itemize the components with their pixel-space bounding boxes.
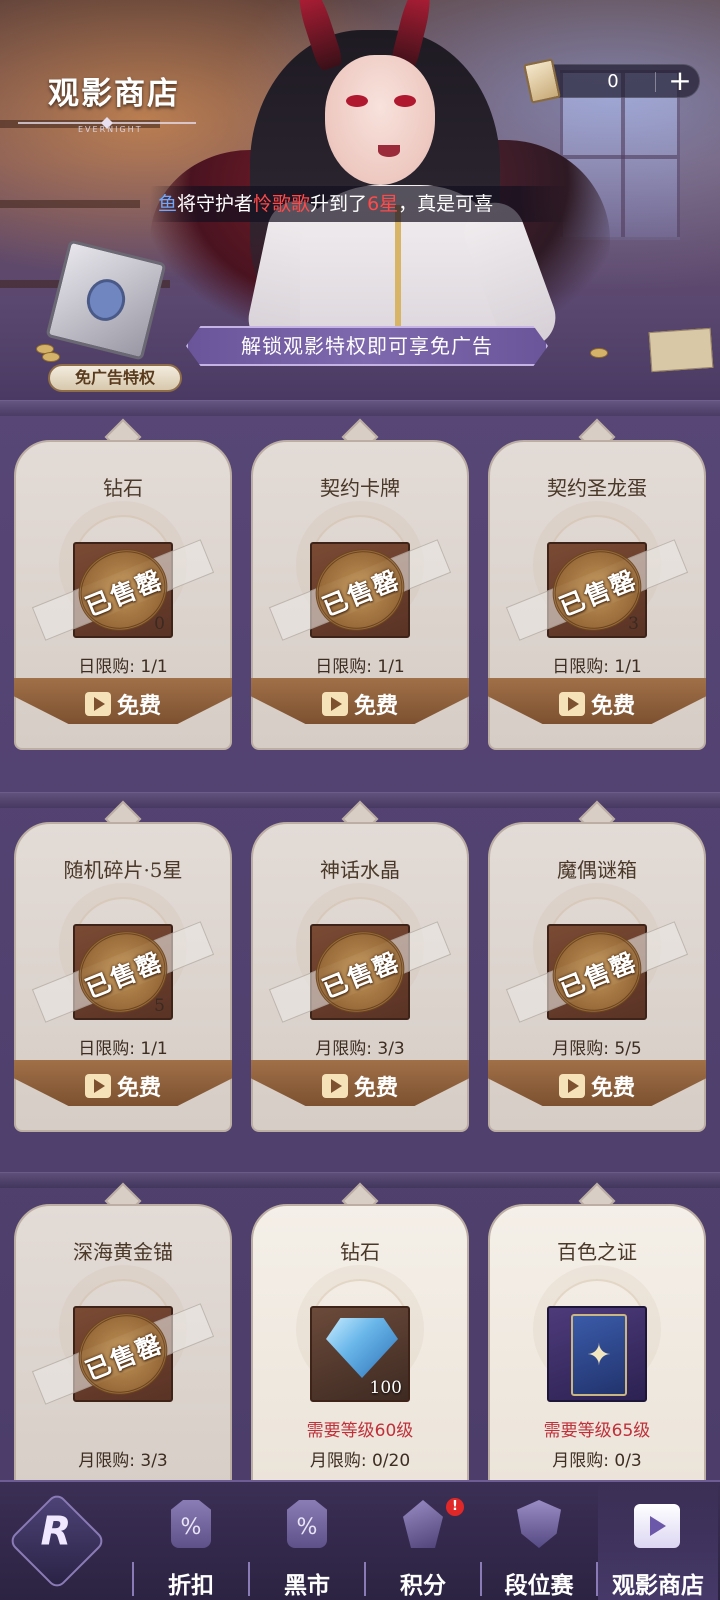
tab-discount[interactable]: % 折扣	[134, 1482, 248, 1600]
play-video-icon	[558, 692, 585, 716]
purchase-limit: 月限购: 3/3	[78, 1451, 168, 1471]
play-video-icon	[558, 1074, 585, 1098]
purchase-limit: 月限购: 0/3	[552, 1451, 642, 1471]
purchase-limit: 日限购: 1/1	[78, 1039, 168, 1059]
item-name: 神话水晶	[320, 858, 400, 882]
tab-black-market[interactable]: % 黑市	[250, 1482, 364, 1600]
purchase-limit: 日限购: 1/1	[78, 657, 168, 677]
tab-label: 折扣	[168, 1572, 214, 1599]
purchase-limit: 日限购: 1/1	[552, 657, 642, 677]
shop-item-card[interactable]: 契约圣龙蛋 3 已售罄 日限购: 1/1 免费	[488, 418, 706, 750]
item-name: 随机碎片·5星	[63, 858, 183, 882]
item-quantity: 3	[628, 614, 639, 634]
unlock-privilege-banner[interactable]: 解锁观影特权即可享免广告	[186, 326, 548, 366]
tab-label: 段位赛	[504, 1572, 574, 1599]
ticket-count: 0	[607, 71, 619, 92]
tab-label: 黑市	[284, 1572, 330, 1599]
shop-item-card[interactable]: 神话水晶 已售罄 月限购: 3/3 免费	[251, 800, 469, 1132]
play-video-icon	[84, 1074, 111, 1098]
item-name: 钻石	[103, 476, 143, 500]
notification-badge: !	[446, 1498, 464, 1516]
shop-item-card[interactable]: 契约卡牌 已售罄 日限购: 1/1 免费	[251, 418, 469, 750]
ticket-currency-counter: 0 +	[523, 58, 700, 104]
item-name: 深海黄金锚	[73, 1240, 173, 1264]
item-name: 魔偶谜箱	[557, 858, 637, 882]
shop-item-card[interactable]: 魔偶谜箱 已售罄 月限购: 5/5 免费	[488, 800, 706, 1132]
tab-label: 观影商店	[612, 1572, 704, 1599]
notice-guardian-name: 怜歌歌	[253, 193, 311, 215]
paper-decoration	[648, 327, 714, 373]
item-name: 百色之证	[557, 1240, 637, 1264]
shop-item-card[interactable]: 百色之证 需要等级65级 月限购: 0/3	[488, 1182, 706, 1480]
play-video-icon	[321, 692, 348, 716]
crystal-icon	[403, 1500, 443, 1548]
ad-free-privilege-label[interactable]: 免广告特权	[48, 364, 182, 392]
shop-item-card[interactable]: 钻石 0 已售罄 日限购: 1/1 免费	[14, 418, 232, 750]
add-ticket-button[interactable]: +	[665, 66, 695, 96]
purchase-limit: 月限购: 0/20	[309, 1451, 411, 1471]
purchase-limit: 日限购: 1/1	[315, 657, 405, 677]
item-name: 契约圣龙蛋	[547, 476, 647, 500]
coin-decoration	[590, 348, 608, 358]
shop-item-card[interactable]: 深海黄金锚 已售罄 月限购: 3/3	[14, 1182, 232, 1480]
item-name: 钻石	[340, 1240, 380, 1264]
tab-rank-match[interactable]: 段位赛	[482, 1482, 596, 1600]
tab-points[interactable]: 积分	[366, 1482, 480, 1600]
title-subtitle: EVERNIGHT	[78, 125, 143, 134]
lock-icon	[82, 275, 130, 325]
purchase-limit: 月限购: 3/3	[315, 1039, 405, 1059]
play-video-icon	[84, 692, 111, 716]
video-camera-icon	[634, 1504, 680, 1548]
purchase-limit: 月限购: 5/5	[552, 1039, 642, 1059]
discount-tag-icon: %	[171, 1500, 211, 1548]
tab-label: 积分	[400, 1572, 446, 1599]
notice-player: 鱼	[158, 193, 178, 215]
tarot-card-icon	[547, 1306, 647, 1402]
shop-grid: 钻石 0 已售罄 日限购: 1/1 免费 契约卡牌 已售罄 日限购: 1/1 免…	[0, 400, 720, 1480]
game-logo-icon[interactable]: R	[7, 1491, 107, 1591]
level-requirement: 需要等级65级	[543, 1421, 651, 1441]
header-banner: 观影商店 EVERNIGHT 0 + 鱼将守护者怜歌歌升到了6星，真是可喜 免广…	[0, 0, 720, 400]
notice-star-level: 6星	[367, 193, 399, 215]
broadcast-notice: 鱼将守护者怜歌歌升到了6星，真是可喜	[150, 186, 570, 222]
tab-viewing-shop[interactable]: 观影商店	[598, 1482, 718, 1600]
shop-item-card[interactable]: 随机碎片·5星 5 已售罄 日限购: 1/1 免费	[14, 800, 232, 1132]
bottom-navigation: R % 折扣 % 黑市 积分 ! 段位赛 观影商店	[0, 1480, 720, 1600]
diamond-icon: 100	[310, 1306, 410, 1402]
item-name: 契约卡牌	[320, 476, 400, 500]
item-quantity: 0	[154, 614, 165, 634]
play-video-icon	[321, 1074, 348, 1098]
black-market-tag-icon: %	[287, 1500, 327, 1548]
coin-decoration	[42, 352, 60, 362]
ad-free-privilege-card[interactable]	[45, 239, 167, 361]
shelf-decoration	[0, 200, 140, 208]
character-illustration	[150, 0, 610, 356]
page-title: 观影商店	[48, 76, 180, 112]
row-divider	[0, 400, 720, 416]
level-requirement: 需要等级60级	[306, 1421, 414, 1441]
shop-item-card[interactable]: 钻石 100 需要等级60级 月限购: 0/20	[251, 1182, 469, 1480]
item-quantity: 100	[369, 1378, 402, 1398]
item-quantity: 5	[154, 996, 165, 1016]
rank-shield-icon	[517, 1500, 561, 1548]
